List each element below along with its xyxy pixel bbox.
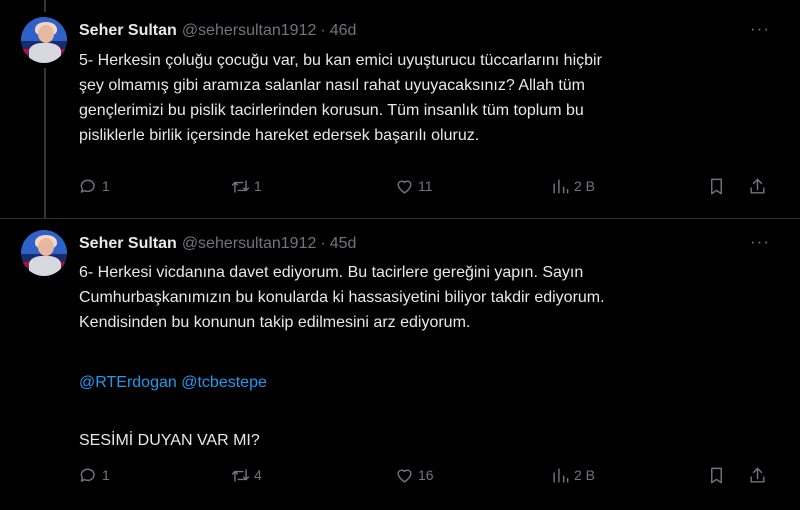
more-options-icon[interactable]: ··· [750, 20, 770, 37]
like-button[interactable]: 16 [395, 460, 434, 490]
author-handle[interactable]: @sehersultan1912 [182, 235, 317, 253]
bookmark-icon [711, 178, 722, 194]
tweet-text-line: 6- Herkesi vicdanına davet ediyorum. Bu … [79, 264, 584, 281]
timestamp[interactable]: 46d [330, 22, 357, 40]
share-button[interactable] [748, 460, 767, 490]
tweet-header: Seher Sultan @sehersultan1912 · 45d [79, 233, 356, 255]
like-count: 11 [418, 178, 433, 194]
views-count: 2 B [574, 467, 596, 483]
avatar[interactable] [21, 17, 67, 63]
retweet-count: 4 [254, 467, 262, 483]
views-chart-icon [553, 178, 569, 194]
retweet-button[interactable]: 4 [231, 460, 262, 490]
bookmark-icon [711, 467, 722, 483]
tweet-text-line: pisliklerle birlik içersinde hareket ede… [79, 127, 480, 144]
tweet-text-line: 5- Herkesin çoluğu çocuğu var, bu kan em… [79, 52, 602, 69]
views-button[interactable]: 2 B [551, 460, 595, 490]
heart-icon [397, 469, 412, 483]
reply-icon [80, 468, 95, 482]
bookmark-button[interactable] [707, 171, 726, 201]
share-button[interactable] [748, 171, 767, 201]
share-icon [750, 467, 765, 483]
mention-link[interactable]: @tcbestepe [181, 374, 267, 391]
timestamp[interactable]: 45d [330, 235, 357, 253]
tweet-header: Seher Sultan @sehersultan1912 · 46d [79, 20, 356, 42]
tweet-text-line: Kendisinden bu konunun takip edilmesini … [79, 314, 471, 331]
tweet-text: 6- Herkesi vicdanına davet ediyorum. Bu … [79, 260, 779, 453]
share-icon [750, 178, 765, 194]
retweet-count: 1 [254, 178, 262, 194]
views-button[interactable]: 2 B [551, 171, 595, 201]
heart-icon [397, 180, 412, 194]
tweet-actions: 1 4 16 2 B [79, 460, 779, 490]
retweet-button[interactable]: 1 [231, 171, 262, 201]
reply-count: 1 [102, 178, 110, 194]
more-options-icon[interactable]: ··· [750, 233, 770, 250]
separator-dot: · [320, 22, 326, 39]
thread-connector [44, 68, 46, 218]
like-button[interactable]: 11 [395, 171, 433, 201]
reply-button[interactable]: 1 [79, 460, 110, 490]
tweet[interactable]: Seher Sultan @sehersultan1912 · 46d ··· … [0, 0, 800, 219]
mention-link[interactable]: @RTErdogan [79, 374, 177, 391]
tweet-text-line: şey olmamış gibi aramıza salanlar nasıl … [79, 77, 586, 94]
author-name[interactable]: Seher Sultan [79, 235, 177, 253]
like-count: 16 [418, 467, 434, 483]
tweet-closing-line: SESİMİ DUYAN VAR MI? [79, 432, 260, 449]
reply-count: 1 [102, 467, 110, 483]
retweet-icon [231, 179, 250, 193]
retweet-icon [231, 468, 250, 482]
tweet-actions: 1 1 11 2 B [79, 171, 779, 201]
tweet-text-line: gençlerimizi bu pislik tacirlerinden kor… [79, 102, 584, 119]
bookmark-button[interactable] [707, 460, 726, 490]
separator-dot: · [320, 235, 326, 252]
views-count: 2 B [574, 178, 596, 194]
reply-button[interactable]: 1 [79, 171, 110, 201]
author-name[interactable]: Seher Sultan [79, 22, 177, 40]
author-handle[interactable]: @sehersultan1912 [182, 22, 317, 40]
reply-icon [80, 179, 95, 193]
avatar[interactable] [21, 230, 67, 276]
tweet-text: 5- Herkesin çoluğu çocuğu var, bu kan em… [79, 48, 779, 148]
tweet[interactable]: Seher Sultan @sehersultan1912 · 45d ··· … [0, 219, 800, 510]
views-chart-icon [553, 467, 569, 483]
tweet-text-line: Cumhurbaşkanımızın bu konularda ki hassa… [79, 289, 605, 306]
